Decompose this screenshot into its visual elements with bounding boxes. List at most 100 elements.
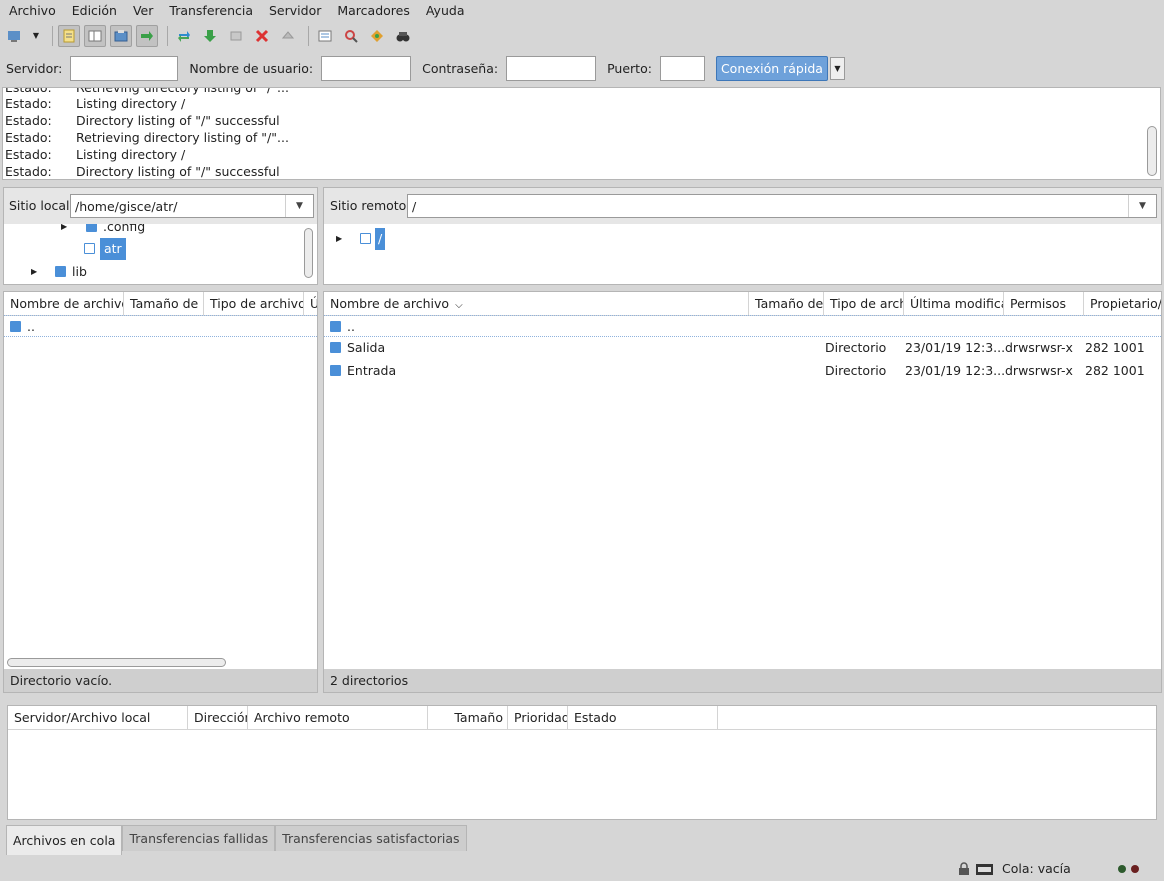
username-input[interactable]	[321, 55, 412, 81]
col-priority[interactable]: Prioridad	[508, 706, 568, 730]
toggle-local-tree-icon[interactable]	[84, 25, 106, 47]
quickconnect-bar: Servidor: Nombre de usuario: Contraseña:…	[0, 52, 1164, 84]
local-tree-scrollbar[interactable]	[304, 228, 313, 278]
log-line: Estado: Listing directory /	[5, 96, 186, 111]
site-manager-icon[interactable]	[3, 25, 25, 47]
directory-filter-icon[interactable]	[314, 25, 336, 47]
col-size[interactable]: Tamaño de a	[749, 292, 824, 315]
col-modified[interactable]: Última modificac	[904, 292, 1004, 315]
quickconnect-dropdown-icon[interactable]: ▼	[829, 56, 845, 80]
tree-item-lib[interactable]: ▶ lib	[4, 261, 317, 283]
remote-list-header: Nombre de archivo⌵ Tamaño de a Tipo de a…	[324, 292, 1161, 316]
log-line: Estado: Directory listing of "/" successf…	[5, 113, 280, 128]
col-filename[interactable]: Nombre de archivo ⌵	[324, 292, 749, 315]
col-filename[interactable]: Nombre de archivo	[4, 292, 124, 315]
local-list-header: Nombre de archivo Tamaño de a Tipo de ar…	[4, 292, 317, 316]
folder-open-icon	[84, 243, 95, 254]
chevron-down-icon[interactable]: ▼	[285, 195, 313, 217]
folder-icon	[330, 365, 341, 376]
tree-item-root[interactable]: ▶ /	[324, 228, 1161, 250]
queue-header: Servidor/Archivo local Dirección Archivo…	[8, 706, 1156, 730]
col-modified[interactable]: Ú	[304, 292, 317, 315]
tab-successful-transfers[interactable]: Transferencias satisfactorias	[275, 825, 467, 851]
search-remote-icon[interactable]	[392, 25, 414, 47]
quickconnect-button[interactable]: Conexión rápida	[715, 55, 828, 81]
local-hscrollbar[interactable]	[7, 658, 226, 667]
local-site-panel: Sitio local: /home/gisce/atr/ ▼ ▶ .config…	[3, 187, 318, 285]
folder-icon	[330, 321, 341, 332]
table-row[interactable]: ..	[324, 315, 1161, 337]
menu-marcadores[interactable]: Marcadores	[331, 0, 416, 22]
tree-item-config[interactable]: ▶ .config	[4, 224, 317, 238]
refresh-icon[interactable]	[173, 25, 195, 47]
queue-tabs: Archivos en cola Transferencias fallidas…	[6, 825, 467, 855]
col-size[interactable]: Tamaño	[428, 706, 508, 730]
host-input[interactable]	[70, 55, 179, 81]
list-item[interactable]: ..	[4, 315, 317, 337]
toggle-queue-icon[interactable]	[136, 25, 158, 47]
tree-item-atr[interactable]: atr	[4, 238, 317, 260]
table-row[interactable]: Entrada Directorio 23/01/19 12:3... drws…	[324, 360, 1161, 382]
synchronized-browsing-icon[interactable]	[366, 25, 388, 47]
menu-ver[interactable]: Ver	[127, 0, 159, 22]
menu-archivo[interactable]: Archivo	[3, 0, 62, 22]
log-scrollbar[interactable]	[1147, 126, 1157, 176]
transfer-queue: Servidor/Archivo local Dirección Archivo…	[7, 705, 1157, 820]
receive-led-icon	[1118, 865, 1126, 873]
local-path-value: /home/gisce/atr/	[75, 198, 178, 214]
folder-icon	[55, 266, 66, 277]
local-path-combo[interactable]: /home/gisce/atr/ ▼	[70, 194, 314, 218]
col-local-file[interactable]: Servidor/Archivo local	[8, 706, 188, 730]
speed-limit-icon[interactable]	[976, 863, 993, 878]
host-label: Servidor:	[6, 60, 63, 76]
message-log: Estado: Retrieving directory listing of "…	[2, 87, 1161, 180]
remote-tree: ▶ /	[324, 224, 1161, 284]
folder-icon	[360, 233, 371, 244]
toggle-remote-tree-icon[interactable]	[110, 25, 132, 47]
tab-failed-transfers[interactable]: Transferencias fallidas	[122, 825, 276, 851]
cancel-operation-icon[interactable]	[225, 25, 247, 47]
lock-icon	[958, 862, 970, 879]
menu-ayuda[interactable]: Ayuda	[420, 0, 471, 22]
compare-directories-icon[interactable]	[340, 25, 362, 47]
toolbar: ▼	[0, 22, 1164, 50]
port-input[interactable]	[659, 55, 705, 81]
remote-file-list: Nombre de archivo⌵ Tamaño de a Tipo de a…	[323, 291, 1162, 693]
remote-path-value: /	[412, 198, 417, 214]
disconnect-icon[interactable]	[251, 25, 273, 47]
col-remote-file[interactable]: Archivo remoto	[248, 706, 428, 730]
remote-path-combo[interactable]: / ▼	[407, 194, 1157, 218]
col-owner[interactable]: Propietario/G	[1084, 292, 1161, 315]
folder-icon	[330, 342, 341, 353]
tab-queued-files[interactable]: Archivos en cola	[6, 825, 123, 855]
password-input[interactable]	[506, 55, 597, 81]
menu-transferencia[interactable]: Transferencia	[163, 0, 259, 22]
site-manager-dropdown-icon[interactable]: ▼	[29, 25, 43, 47]
local-tree: ▶ .config atr ▶ lib	[4, 224, 317, 284]
queue-status: Cola: vacía	[1002, 861, 1071, 876]
status-bar: Cola: vacía	[0, 858, 1164, 881]
col-direction[interactable]: Dirección	[188, 706, 248, 730]
menu-edicion[interactable]: Edición	[66, 0, 123, 22]
log-line: Estado: Directory listing of "/" successf…	[5, 164, 280, 179]
table-row[interactable]: Salida Directorio 23/01/19 12:3... drwsr…	[324, 337, 1161, 359]
menu-servidor[interactable]: Servidor	[263, 0, 327, 22]
chevron-down-icon[interactable]: ▼	[1128, 195, 1156, 217]
col-status[interactable]: Estado	[568, 706, 718, 730]
remote-site-panel: Sitio remoto: / ▼ ▶ /	[323, 187, 1162, 285]
folder-icon	[86, 224, 97, 232]
process-queue-icon[interactable]	[199, 25, 221, 47]
local-site-label: Sitio local:	[9, 198, 74, 213]
remote-status: 2 directorios	[324, 669, 1161, 692]
folder-icon	[10, 321, 21, 332]
local-status: Directorio vacío.	[4, 669, 317, 692]
menu-bar: Archivo Edición Ver Transferencia Servid…	[0, 0, 1164, 22]
col-size[interactable]: Tamaño de a	[124, 292, 204, 315]
toggle-log-icon[interactable]	[58, 25, 80, 47]
sort-down-icon: ⌵	[455, 300, 463, 311]
reconnect-icon[interactable]	[277, 25, 299, 47]
col-type[interactable]: Tipo de archivo	[204, 292, 304, 315]
col-permissions[interactable]: Permisos	[1004, 292, 1084, 315]
col-type[interactable]: Tipo de archi	[824, 292, 904, 315]
username-label: Nombre de usuario:	[189, 60, 314, 76]
